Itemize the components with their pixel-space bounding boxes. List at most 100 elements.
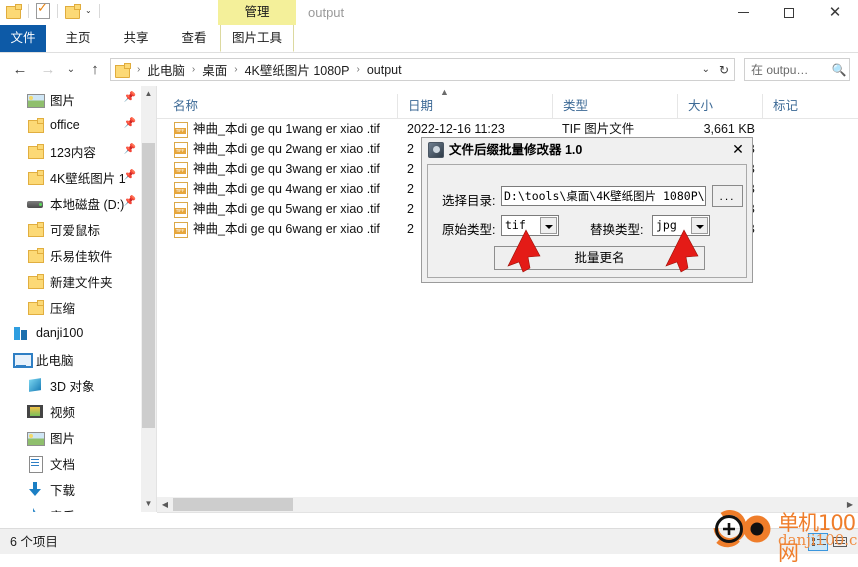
pin-icon[interactable]: 📌 bbox=[124, 196, 136, 207]
batch-rename-button[interactable]: 批量更名 bbox=[494, 246, 705, 270]
details-view-icon[interactable] bbox=[808, 533, 828, 551]
refresh-icon[interactable]: ↻ bbox=[719, 63, 729, 77]
scroll-right-arrow-icon[interactable]: ▶ bbox=[842, 497, 858, 512]
folder-icon bbox=[26, 246, 44, 264]
scroll-down-arrow-icon[interactable]: ▼ bbox=[141, 496, 156, 512]
scrollbar-thumb[interactable] bbox=[142, 143, 155, 428]
sidebar-item-11[interactable]: 3D 对象 bbox=[0, 372, 140, 398]
search-input[interactable]: 在 outpu… 🔍 bbox=[744, 58, 850, 81]
properties-icon[interactable] bbox=[36, 0, 50, 19]
sidebar-item-label: 此电脑 bbox=[36, 353, 74, 368]
sidebar-item-12[interactable]: 视频 bbox=[0, 398, 140, 424]
minimize-button[interactable] bbox=[720, 0, 766, 25]
up-button[interactable]: ↑ bbox=[84, 53, 106, 86]
column-header-tag[interactable]: 标记 bbox=[762, 94, 858, 118]
sidebar-item-13[interactable]: 图片 bbox=[0, 424, 140, 450]
new-folder-icon[interactable] bbox=[6, 3, 22, 19]
breadcrumb-sep-2[interactable]: › bbox=[230, 64, 241, 75]
dialog-body: 选择目录: D:\tools\桌面\4K壁纸图片 1080P\out ... 原… bbox=[427, 164, 747, 278]
sidebar-item-2[interactable]: 123内容 📌 bbox=[0, 138, 140, 164]
sidebar-item-7[interactable]: 新建文件夹 bbox=[0, 268, 140, 294]
picture-icon bbox=[26, 90, 45, 108]
search-icon[interactable]: 🔍 bbox=[829, 63, 849, 77]
sidebar-item-6[interactable]: 乐易佳软件 bbox=[0, 242, 140, 268]
sidebar-item-15[interactable]: 下载 bbox=[0, 476, 140, 502]
hscrollbar-thumb[interactable] bbox=[173, 498, 293, 511]
sidebar-item-8[interactable]: 压缩 bbox=[0, 294, 140, 320]
breadcrumb[interactable]: › 此电脑 › 桌面 › 4K壁纸图片 1080P › output ⌄ ↻ bbox=[110, 58, 735, 81]
tiles-view-icon[interactable] bbox=[830, 533, 850, 551]
breadcrumb-item-2[interactable]: 4K壁纸图片 1080P bbox=[242, 60, 353, 79]
pin-icon[interactable]: 📌 bbox=[124, 170, 136, 181]
sidebar-item-5[interactable]: 可爱鼠标 bbox=[0, 216, 140, 242]
browse-button[interactable]: ... bbox=[712, 185, 743, 207]
scroll-up-arrow-icon[interactable]: ▲ bbox=[141, 86, 156, 102]
pin-icon[interactable]: 📌 bbox=[124, 92, 136, 103]
sidebar-item-4[interactable]: 本地磁盘 (D:) 📌 bbox=[0, 190, 140, 216]
breadcrumb-sep-1[interactable]: › bbox=[188, 64, 199, 75]
folder-icon bbox=[26, 298, 44, 316]
file-explorer-window: ⌄ 管理 output ✕ 文件 主页 共享 查看 图片工具 ⌄ ? ← → ⌄… bbox=[0, 0, 858, 565]
tab-share[interactable]: 共享 bbox=[110, 25, 162, 52]
sidebar-item-16[interactable]: 音乐 bbox=[0, 502, 140, 512]
breadcrumb-item-1[interactable]: 桌面 bbox=[199, 60, 230, 79]
folder-icon[interactable] bbox=[65, 3, 81, 19]
sidebar-item-label: 可爱鼠标 bbox=[50, 223, 101, 238]
source-type-select[interactable]: tif bbox=[501, 215, 559, 236]
sidebar-item-10[interactable]: 此电脑 bbox=[0, 346, 140, 372]
sidebar-item-14[interactable]: 文档 bbox=[0, 450, 140, 476]
tab-view[interactable]: 查看 bbox=[168, 25, 220, 52]
forward-button[interactable]: → bbox=[36, 53, 60, 86]
chevron-down-icon[interactable] bbox=[691, 217, 708, 234]
tab-home[interactable]: 主页 bbox=[52, 25, 104, 52]
sidebar-item-3[interactable]: 4K壁纸图片 1 📌 bbox=[0, 164, 140, 190]
column-header-size[interactable]: 大小 bbox=[677, 94, 762, 118]
dialog-title-bar[interactable]: 文件后缀批量修改器 1.0 ✕ bbox=[422, 138, 752, 162]
sidebar-item-label: danji100 bbox=[36, 326, 84, 340]
navigation-pane-scrollbar[interactable]: ▲ ▼ bbox=[141, 86, 156, 512]
sidebar-item-1[interactable]: office 📌 bbox=[0, 112, 140, 138]
breadcrumb-folder-icon[interactable] bbox=[115, 62, 131, 78]
status-bar: 6 个项目 bbox=[0, 528, 858, 554]
target-type-label: 替换类型: bbox=[590, 223, 644, 237]
breadcrumb-sep-3[interactable]: › bbox=[352, 64, 363, 75]
column-header-date[interactable]: 日期 bbox=[397, 94, 552, 118]
breadcrumb-item-3[interactable]: output bbox=[364, 63, 405, 77]
close-button[interactable]: ✕ bbox=[812, 0, 858, 25]
pin-icon[interactable]: 📌 bbox=[124, 118, 136, 129]
contextual-tab-manage[interactable]: 管理 bbox=[218, 0, 296, 25]
back-button[interactable]: ← bbox=[8, 53, 32, 86]
sidebar-item-label: 音乐 bbox=[50, 506, 75, 513]
tab-file[interactable]: 文件 bbox=[0, 25, 46, 52]
cell-date: 2022-12-16 11:23 bbox=[407, 122, 505, 136]
file-list-horizontal-scrollbar[interactable]: ◀ ▶ bbox=[157, 497, 858, 512]
videos-icon bbox=[26, 402, 44, 420]
customize-caret-icon[interactable]: ⌄ bbox=[85, 6, 92, 15]
breadcrumb-item-0[interactable]: 此电脑 bbox=[144, 60, 188, 79]
documents-icon bbox=[26, 454, 44, 473]
folder-icon bbox=[26, 116, 44, 134]
target-type-select[interactable]: jpg bbox=[652, 215, 710, 236]
list-bottom-divider bbox=[157, 512, 858, 513]
column-header-name[interactable]: 名称 bbox=[157, 94, 397, 118]
chevron-down-icon[interactable] bbox=[540, 217, 557, 234]
cell-name: 神曲_本di ge qu 3wang er xiao .tif bbox=[193, 162, 380, 176]
breadcrumb-sep-0[interactable]: › bbox=[133, 64, 144, 75]
recent-locations-button[interactable]: ⌄ bbox=[62, 53, 80, 86]
directory-input[interactable]: D:\tools\桌面\4K壁纸图片 1080P\out bbox=[501, 186, 706, 206]
disk-icon bbox=[26, 194, 44, 212]
dialog-close-button[interactable]: ✕ bbox=[728, 141, 748, 159]
maximize-button[interactable] bbox=[766, 0, 812, 25]
sidebar-item-label: 文档 bbox=[50, 457, 76, 472]
window-title: output bbox=[308, 5, 345, 20]
tab-picture-tools[interactable]: 图片工具 bbox=[220, 25, 294, 52]
breadcrumb-expander-icon[interactable]: ⌄ bbox=[702, 64, 710, 75]
column-header-type[interactable]: 类型 bbox=[552, 94, 677, 118]
table-row[interactable]: 神曲_本di ge qu 1wang er xiao .tif 2022-12-1… bbox=[157, 119, 858, 139]
directory-label: 选择目录: bbox=[442, 194, 496, 208]
sidebar-item-9[interactable]: danji100 bbox=[0, 320, 140, 346]
sidebar-item-label: 123内容 bbox=[50, 145, 96, 160]
scroll-left-arrow-icon[interactable]: ◀ bbox=[157, 497, 173, 512]
sidebar-item-0[interactable]: 图片 📌 bbox=[0, 86, 140, 112]
pin-icon[interactable]: 📌 bbox=[124, 144, 136, 155]
